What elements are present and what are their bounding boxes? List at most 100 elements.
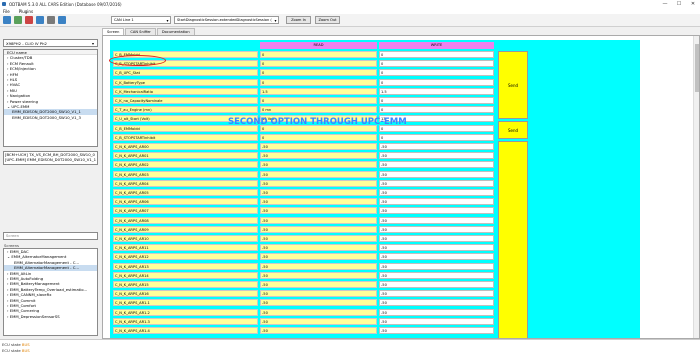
param-name: C_N_K_ARPS_AR01	[113, 152, 258, 160]
param-read-value: -50	[260, 317, 377, 325]
param-name: C_K_BatteryType	[113, 78, 258, 86]
menu-plugins[interactable]: Plugins	[19, 9, 33, 14]
param-write-input[interactable]: 0	[379, 78, 494, 86]
param-read-value: -50	[260, 262, 377, 270]
param-write-input[interactable]: -50	[379, 290, 494, 298]
param-write-input[interactable]: 0	[379, 69, 494, 77]
param-name: C_N_K_ARPS_AR07	[113, 207, 258, 215]
param-write-input[interactable]: -50	[379, 281, 494, 288]
param-write-input[interactable]: -50	[379, 170, 494, 178]
param-read-value: -50	[260, 244, 377, 252]
list-item[interactable]: › EMM_DepressionSensorSS	[4, 314, 97, 319]
param-write-input[interactable]: -50	[379, 244, 494, 252]
param-write-input[interactable]: -50	[379, 216, 494, 224]
vehicle-select[interactable]: X98PH2 - CLIO IV Ph2 ▾	[3, 39, 98, 47]
param-write-input[interactable]: -50	[379, 299, 494, 307]
param-write-input[interactable]: 0	[379, 60, 494, 68]
param-name: C_N_K_ARPS_AR15	[113, 281, 258, 288]
param-write-input[interactable]: 0	[379, 51, 494, 58]
send-button[interactable]: Send	[498, 51, 528, 119]
param-read-value: -50	[260, 327, 377, 334]
refresh-icon[interactable]	[47, 16, 55, 24]
param-write-input[interactable]: -50	[379, 152, 494, 160]
param-write-input[interactable]: -50	[379, 308, 494, 316]
maximize-icon[interactable]: ☐	[672, 0, 686, 8]
param-name: C_N_K_ARPS_AR13	[113, 262, 258, 270]
param-read-value: -50	[260, 198, 377, 206]
param-name: C_N_K_ARPS_AR1.2	[113, 308, 258, 316]
param-write-input[interactable]: -50	[379, 179, 494, 187]
param-name: C_N_K_ARPS_AR04	[113, 179, 258, 187]
param-name: C_N_K_ARPS_AR14	[113, 271, 258, 279]
param-write-input[interactable]: -50	[379, 317, 494, 325]
close-icon[interactable]: ✕	[686, 0, 700, 8]
param-name: C_K_MechanicalRatio	[113, 87, 258, 95]
param-read-value: -50	[260, 225, 377, 233]
send-button-2[interactable]: Send	[498, 121, 528, 139]
param-write-input[interactable]: -50	[379, 225, 494, 233]
param-write-input[interactable]: 1.5	[379, 87, 494, 95]
param-write-input[interactable]: -50	[379, 235, 494, 242]
left-panel: X98PH2 - CLIO IV Ph2 ▾ ECU name › Cluste…	[0, 27, 101, 339]
param-write-input[interactable]: 0	[379, 133, 494, 141]
param-read-value: -50	[260, 179, 377, 187]
zoom-in-button[interactable]: Zoom In	[286, 16, 311, 24]
param-read-value: -50	[260, 308, 377, 316]
tab-can-sniffer[interactable]: CAN Sniffer	[125, 28, 156, 35]
param-name: C_N_K_ARPS_AR1.4	[113, 327, 258, 334]
param-read-value: 0	[260, 97, 377, 104]
tab-screen[interactable]: Screen	[102, 28, 125, 35]
session-select[interactable]: StartDiagnosticSession.extendedDiagnosti…	[174, 16, 279, 24]
highlight-ellipse	[109, 55, 166, 66]
param-read-value: -50	[260, 299, 377, 307]
param-write-input[interactable]: -50	[379, 262, 494, 270]
param-name: C_N_K_ARPS_AR05	[113, 189, 258, 196]
can-line-select[interactable]: CAN Line 1 ▾	[111, 16, 171, 24]
param-write-input[interactable]: -50	[379, 271, 494, 279]
disconnect-icon[interactable]	[25, 16, 33, 24]
info-icon[interactable]	[58, 16, 66, 24]
vertical-scrollbar[interactable]	[693, 36, 699, 338]
param-name: C_N_K_ARPS_AR1.3	[113, 317, 258, 325]
menu-file[interactable]: File	[3, 9, 10, 14]
ecu-info-box: [BCM+UCH] TX_VS_ECM_BH_D0T2000_SW10_0 [U…	[3, 151, 98, 165]
chevron-down-icon: ▾	[166, 17, 169, 23]
param-write-input[interactable]: 0	[379, 106, 494, 114]
vehicle-value: X98PH2 - CLIO IV Ph2	[6, 40, 47, 46]
tree-item[interactable]: EMM_EDISON_D0T2000_SW10_V1_3	[4, 115, 97, 120]
screen-filter-input[interactable]: Screen	[3, 232, 98, 240]
param-write-input[interactable]: -50	[379, 327, 494, 334]
param-write-input[interactable]: 0	[379, 97, 494, 104]
param-read-value: -50	[260, 152, 377, 160]
send-button-3[interactable]	[498, 141, 528, 338]
ecu-info-line: [UPC-EMM] EMM_EDISON_D0T2000_SW10_V1_1	[5, 157, 97, 163]
param-name: C_K_no_CapacityNominale	[113, 97, 258, 104]
zoom-out-button[interactable]: Zoom Out	[315, 16, 340, 24]
param-write-input[interactable]: -50	[379, 143, 494, 150]
param-write-input[interactable]: -50	[379, 207, 494, 215]
param-write-input[interactable]: -50	[379, 161, 494, 169]
param-read-value: 0 mn	[260, 106, 377, 114]
param-name: C_N_K_ARPS_AR12	[113, 253, 258, 261]
settings-icon[interactable]	[36, 16, 44, 24]
connect-icon[interactable]	[14, 16, 22, 24]
can-line-value: CAN Line 1	[114, 18, 134, 22]
param-name: C_N_K_ARPS_AR11	[113, 244, 258, 252]
param-read-value: -50	[260, 189, 377, 196]
param-write-input[interactable]: -50	[379, 198, 494, 206]
open-icon[interactable]	[3, 16, 11, 24]
param-name: C_N_K_ARPS_AR10	[113, 235, 258, 242]
main-tabs: Screen CAN Sniffer Documentation	[102, 28, 196, 35]
window-controls: — ☐ ✕	[658, 0, 700, 8]
screens-list: › EMM_DAC ⌄ EMM_AlternatorManagement EMM…	[3, 248, 98, 336]
read-header: READ	[260, 42, 377, 49]
param-write-input[interactable]: -50	[379, 189, 494, 196]
param-write-input[interactable]: -50	[379, 253, 494, 261]
tab-documentation[interactable]: Documentation	[156, 28, 195, 35]
scrollbar-thumb[interactable]	[695, 44, 699, 92]
ecu-tree: ECU name › Cluster/TDB › ECM Renault › E…	[3, 49, 98, 147]
param-read-value: 0	[260, 78, 377, 86]
param-read-value: 0	[260, 69, 377, 77]
param-read-value: -50	[260, 216, 377, 224]
minimize-icon[interactable]: —	[658, 0, 672, 8]
